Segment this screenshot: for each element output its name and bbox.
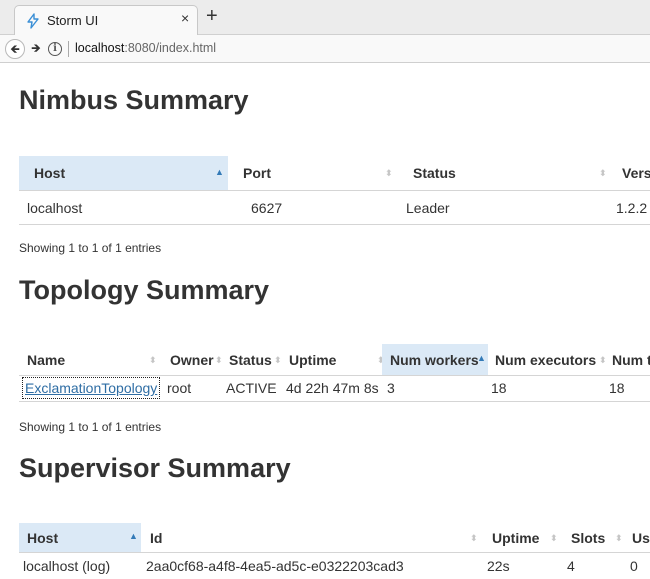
sort-both-icon: ⬍ <box>274 355 282 365</box>
sort-both-icon: ⬍ <box>599 168 607 178</box>
topology-table-info: Showing 1 to 1 of 1 entries <box>19 420 162 434</box>
site-info-icon[interactable]: i <box>48 42 62 56</box>
topology-executors-cell: 18 <box>491 380 507 396</box>
topology-name-link[interactable]: ExclamationTopology <box>22 377 161 399</box>
sort-asc-icon: ▲ <box>215 167 224 177</box>
topology-col-uptime[interactable]: Uptime ⬍ <box>289 344 385 375</box>
supervisor-uptime-cell: 22s <box>487 558 510 574</box>
new-tab-icon[interactable]: + <box>206 5 218 27</box>
nimbus-summary-title: Nimbus Summary <box>19 85 249 115</box>
nimbus-col-status[interactable]: Status ⬍ <box>413 156 607 190</box>
table-row: ExclamationTopology root ACTIVE 4d 22h 4… <box>19 374 650 402</box>
nimbus-port-link[interactable]: 6627 <box>251 192 282 224</box>
nimbus-status-cell: Leader <box>406 200 450 216</box>
topology-tasks-cell: 18 <box>609 380 625 396</box>
browser-tab[interactable]: Storm UI × <box>14 5 198 35</box>
sort-both-icon: ⬍ <box>385 168 393 178</box>
sort-both-icon: ⬍ <box>149 355 157 365</box>
topology-summary-title: Topology Summary <box>19 275 270 305</box>
supervisor-slots-cell: 4 <box>567 558 575 574</box>
nimbus-col-port[interactable]: Port ⬍ <box>243 156 393 190</box>
nimbus-table-info: Showing 1 to 1 of 1 entries <box>19 241 162 255</box>
sort-both-icon: ⬍ <box>215 355 223 365</box>
browser-tab-bar: Storm UI × + <box>0 0 650 35</box>
sort-both-icon: ⬍ <box>470 533 478 543</box>
supervisor-col-id[interactable]: Id ⬍ <box>150 523 480 552</box>
sort-both-icon: ⬍ <box>615 533 623 543</box>
sort-both-icon: ⬍ <box>550 533 558 543</box>
supervisor-used-slots-cell: 0 <box>630 558 638 574</box>
topology-col-name[interactable]: Name ⬍ <box>27 344 157 375</box>
topology-col-num-tasks[interactable]: Num t <box>612 344 650 375</box>
topology-col-status[interactable]: Status ⬍ <box>229 344 282 375</box>
nimbus-table-header: Host ▲ Port ⬍ Status ⬍ Vers <box>19 156 650 191</box>
topology-workers-cell: 3 <box>387 380 395 396</box>
topology-status-cell: ACTIVE <box>226 380 277 396</box>
supervisor-summary-title: Supervisor Summary <box>19 453 291 483</box>
supervisor-col-host[interactable]: Host ▲ <box>19 523 141 552</box>
back-arrow-icon[interactable]: 🡸 <box>5 39 25 59</box>
topology-uptime-cell: 4d 22h 47m 8s <box>286 380 379 396</box>
topology-col-num-executors[interactable]: Num executors ⬍ <box>495 344 607 375</box>
address-bar: 🡸 🡺 i localhost:8080/index.html <box>0 35 650 63</box>
nimbus-host-cell: localhost <box>27 200 83 216</box>
nimbus-version-cell: 1.2.2 <box>616 200 648 216</box>
topology-name-cell: ExclamationTopology <box>22 374 161 401</box>
table-row: localhost 6627 Leader 1.2.2 <box>19 192 650 225</box>
topology-table-header: Name ⬍ Owner ⬍ Status ⬍ Uptime ⬍ Num wor… <box>19 344 650 376</box>
supervisor-table-header: Host ▲ Id ⬍ Uptime ⬍ Slots ⬍ Us <box>19 523 650 553</box>
url-host: localhost <box>75 41 125 55</box>
table-row: localhost (log) 2aa0cf68-a4f8-4ea5-ad5c-… <box>19 554 650 579</box>
topology-owner-cell: root <box>167 380 192 396</box>
page-content: Nimbus Summary Host ▲ Port ⬍ Status ⬍ Ve… <box>0 64 650 579</box>
supervisor-col-uptime[interactable]: Uptime ⬍ <box>492 523 558 552</box>
supervisor-id-link[interactable]: 2aa0cf68-a4f8-4ea5-ad5c-e0322203cad3 <box>146 554 404 579</box>
storm-logo-icon <box>27 13 39 29</box>
sort-asc-icon: ▲ <box>129 531 138 541</box>
tab-title: Storm UI <box>47 13 99 28</box>
sort-both-icon: ⬍ <box>599 355 607 365</box>
url-separator <box>68 41 69 57</box>
supervisor-col-used-slots[interactable]: Us <box>632 523 650 552</box>
nimbus-col-version[interactable]: Vers <box>622 156 650 190</box>
nimbus-col-host[interactable]: Host ▲ <box>19 156 228 190</box>
tab-close-icon[interactable]: × <box>181 10 189 26</box>
supervisor-col-slots[interactable]: Slots ⬍ <box>571 523 623 552</box>
topology-col-owner[interactable]: Owner ⬍ <box>170 344 223 375</box>
topology-col-num-workers[interactable]: Num workers ▲ <box>382 344 488 375</box>
forward-arrow-icon[interactable]: 🡺 <box>26 39 46 59</box>
url-path: :8080/index.html <box>124 41 217 55</box>
supervisor-host-link[interactable]: localhost (log) <box>23 554 110 579</box>
sort-asc-icon: ▲ <box>477 353 486 363</box>
url-input[interactable]: localhost:8080/index.html <box>75 41 216 55</box>
